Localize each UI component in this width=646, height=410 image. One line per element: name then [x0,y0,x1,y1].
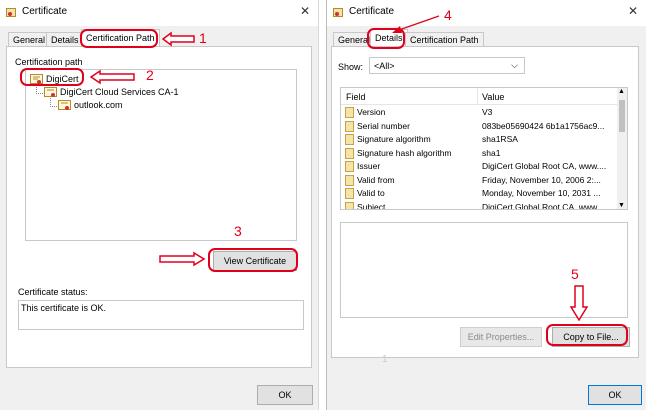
details-panel: Show: <All> ⌵ Field Value Version V3 Seria… [331,46,639,358]
vertical-scrollbar[interactable]: ▲ ▼ [617,88,627,209]
field-icon [345,120,354,132]
window-gap [319,0,326,410]
window-title: Certificate [22,6,68,17]
grid-rows: Version V3 Serial number 083be05690424 6b1a… [341,106,617,209]
certificate-icon [333,8,343,17]
arrow-right-icon [159,251,206,267]
scroll-up-icon[interactable]: ▲ [618,88,625,95]
title-bar: Certificate ✕ [0,0,318,26]
field-icon [345,201,354,209]
tab-details[interactable]: Details [46,32,84,46]
table-row[interactable]: Version V3 [341,106,617,119]
field-icon [345,161,354,172]
certification-tree[interactable]: DigiCert DigiCert Cloud Services CA-1 ou… [25,69,297,241]
field-icon [345,147,354,159]
field-icon [345,174,354,186]
arrow-down-icon [569,285,589,322]
field-value: Monday, November 10, 2031 ... [482,188,601,198]
column-header-field[interactable]: Field [346,92,366,102]
ok-button[interactable]: OK [257,385,313,405]
stray-mark: 1 [382,354,388,365]
step-number-1: 1 [199,30,207,46]
field-name: Subject [357,201,386,210]
certificate-status-label: Certificate status: [18,287,88,297]
field-name: Signature algorithm [357,134,431,144]
certificate-dialog-right: Certificate ✕ General Details Certificat… [326,0,646,410]
ok-button[interactable]: OK [588,385,642,405]
window-title: Certificate [349,6,395,17]
field-icon [345,188,354,199]
highlight-details-tab [367,28,405,49]
field-name: Version [357,107,386,117]
certificate-icon [58,100,71,110]
field-name: Signature hash algorithm [357,147,452,158]
step-number-4: 4 [444,7,452,23]
table-row[interactable]: Subject DigiCert Global Root CA, www... [341,201,617,210]
highlight-certification-path-tab [80,29,158,48]
column-divider [477,88,478,104]
field-name: Serial number [357,120,410,131]
step-number-2: 2 [146,67,154,83]
field-value: Friday, November 10, 2006 2:... [482,174,601,185]
field-value: 083be05690424 6b1a1756ac9... [482,120,605,131]
certificate-icon [6,8,16,17]
tab-general[interactable]: General [8,32,51,46]
close-icon[interactable]: ✕ [628,4,638,18]
field-value: DigiCert Global Root CA, www... [482,201,604,210]
table-row[interactable]: Signature algorithm sha1RSA [341,133,617,146]
scroll-down-icon[interactable]: ▼ [618,202,625,209]
chevron-down-icon: ⌵ [511,60,518,70]
grid-header: Field Value [341,88,617,105]
tab-strip: General Details Certification Path [0,29,318,46]
show-dropdown-value: <All> [374,61,395,71]
step-number-3: 3 [234,223,242,239]
field-value: sha1RSA [482,134,518,144]
highlight-copy-to-file [546,324,628,346]
table-row[interactable]: Signature hash algorithm sha1 [341,147,617,160]
arrow-left-icon [89,69,135,85]
table-row[interactable]: Serial number 083be05690424 6b1a1756ac9..… [341,120,617,133]
show-dropdown[interactable]: <All> ⌵ [369,57,525,74]
step-number-5: 5 [571,266,579,282]
column-header-value[interactable]: Value [482,92,504,102]
fields-grid[interactable]: Field Value Version V3 Serial number 083be0… [340,87,628,210]
field-icon [345,134,354,145]
field-name: Issuer [357,161,381,171]
arrow-left-icon [161,31,195,47]
highlight-digicert-root [20,68,84,86]
certificate-icon [44,87,57,97]
field-icon [345,107,354,118]
table-row[interactable]: Valid to Monday, November 10, 2031 ... [341,187,617,200]
certificate-status-box: This certificate is OK. [18,300,304,330]
title-bar: Certificate ✕ [327,0,646,26]
table-row[interactable]: Issuer DigiCert Global Root CA, www.... [341,160,617,173]
field-name: Valid from [357,174,395,185]
show-label: Show: [338,62,364,72]
certificate-dialog-left: Certificate ✕ General Details Certificat… [0,0,319,410]
edit-properties-button[interactable]: Edit Properties... [460,327,542,347]
tree-item-outlook[interactable]: outlook.com [74,100,123,110]
certificate-status-text: This certificate is OK. [21,303,107,313]
field-value: sha1 [482,147,501,158]
certification-path-panel: Certification path DigiCert DigiCert Clo… [6,46,312,368]
field-value: DigiCert Global Root CA, www.... [482,161,607,171]
highlight-view-certificate [208,248,298,272]
field-name: Valid to [357,188,385,198]
tree-item-digicert-cloud-services[interactable]: DigiCert Cloud Services CA-1 [60,87,179,97]
field-value: V3 [482,107,493,117]
close-icon[interactable]: ✕ [300,4,310,18]
scrollbar-thumb[interactable] [619,100,625,132]
table-row[interactable]: Valid from Friday, November 10, 2006 2:..… [341,174,617,187]
certification-path-label: Certification path [15,57,83,67]
